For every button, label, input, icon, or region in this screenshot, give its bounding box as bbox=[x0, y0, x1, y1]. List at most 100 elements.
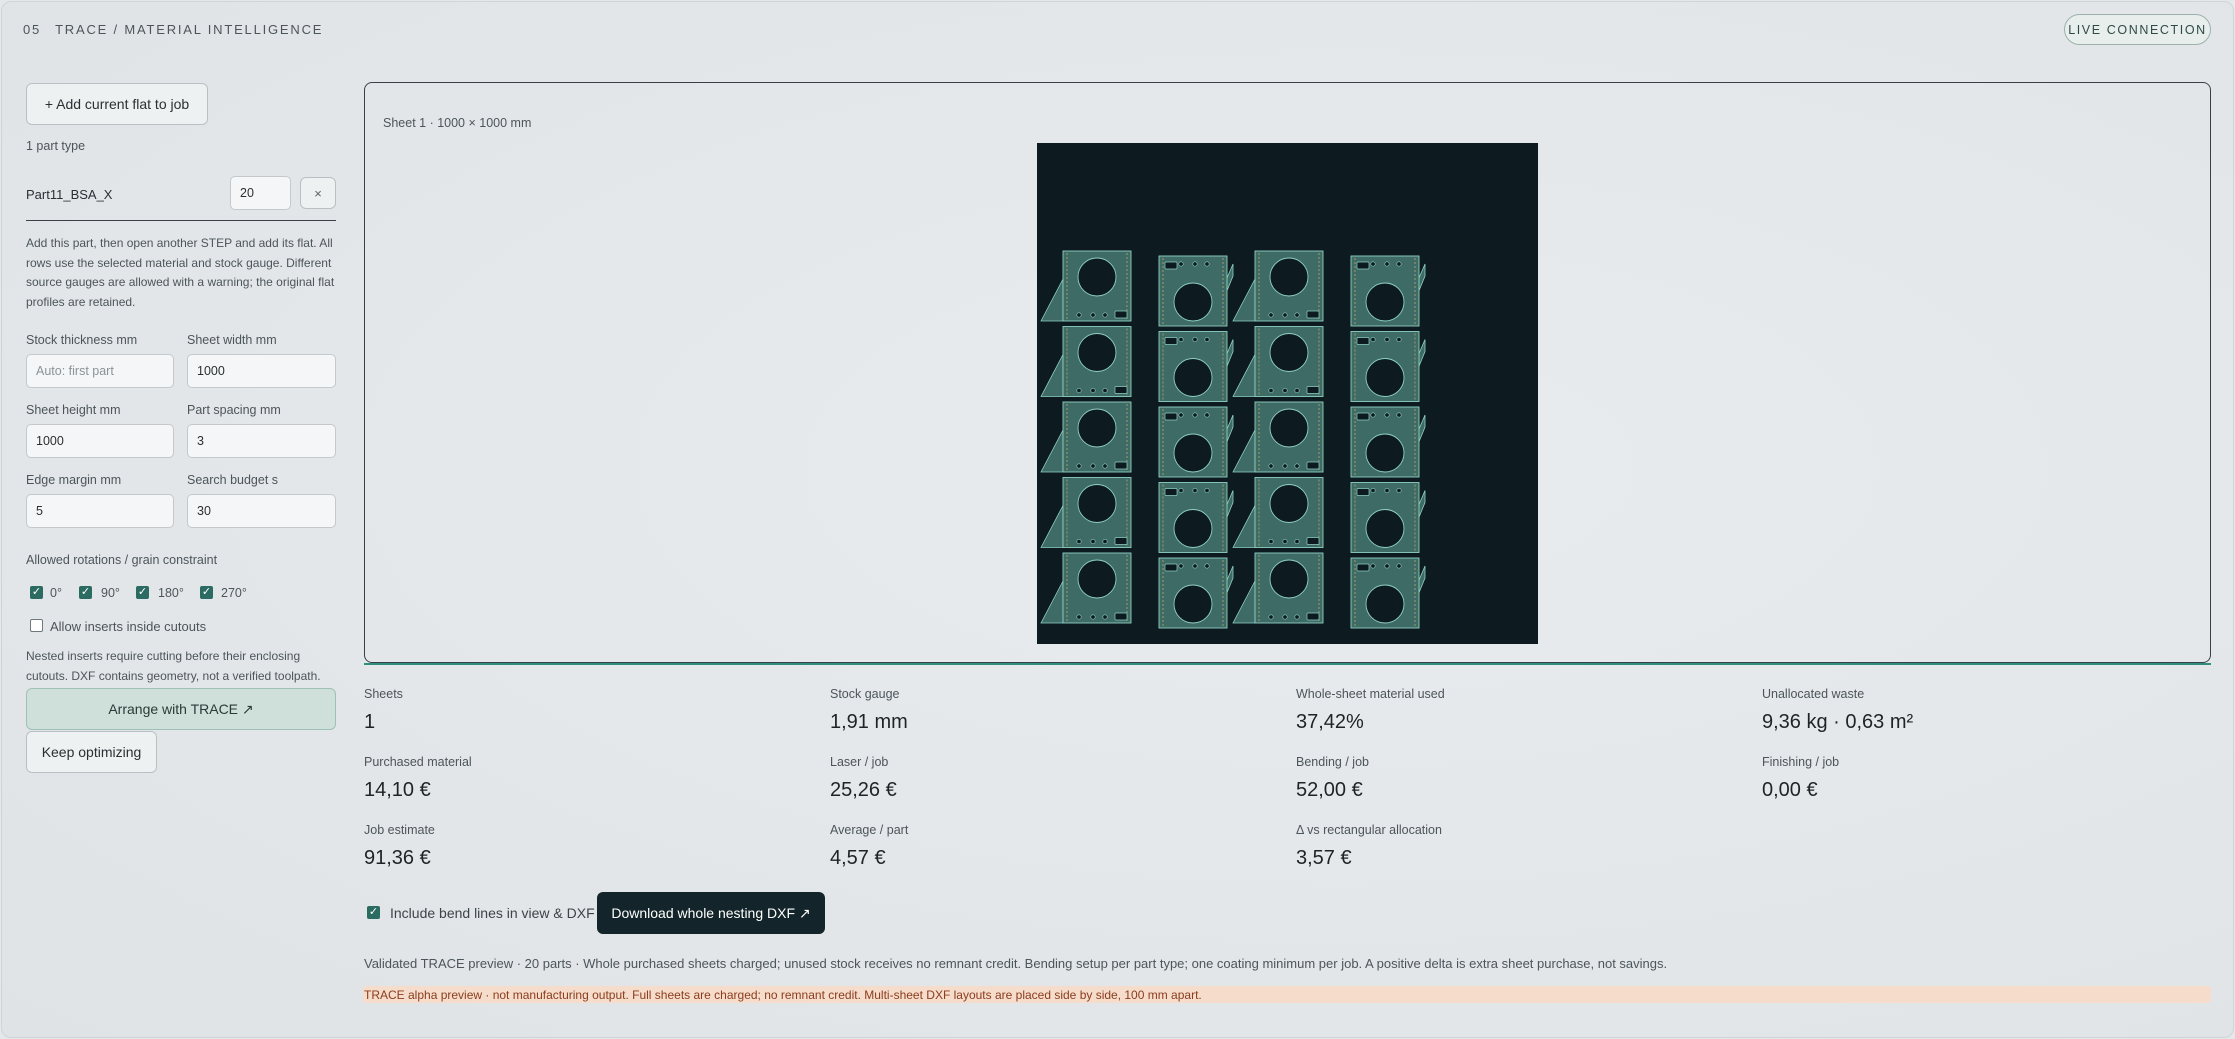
stat-purchased-label: Purchased material bbox=[364, 755, 472, 769]
nested-part bbox=[1040, 552, 1132, 624]
stat-job-estimate-label: Job estimate bbox=[364, 823, 435, 837]
part-hole bbox=[1077, 484, 1117, 523]
arrange-button[interactable]: Arrange with TRACE ↗ bbox=[26, 688, 336, 730]
part-slot bbox=[1306, 386, 1320, 394]
part-small-hole bbox=[1294, 538, 1300, 544]
part-hole bbox=[1077, 408, 1117, 448]
nested-part bbox=[1232, 326, 1324, 397]
nested-part bbox=[1232, 477, 1324, 548]
stat-laser-value: 25,26 € bbox=[830, 779, 897, 801]
stat-average-part-label: Average / part bbox=[830, 823, 909, 837]
part-slot bbox=[1114, 386, 1128, 394]
part-small-hole bbox=[1396, 337, 1402, 343]
page-title: 05 TRACE / MATERIAL INTELLIGENCE bbox=[23, 22, 323, 37]
stat-stock-gauge-value: 1,91 mm bbox=[830, 711, 908, 733]
part-small-hole bbox=[1102, 463, 1108, 469]
part-hole bbox=[1365, 509, 1405, 548]
part-small-hole bbox=[1102, 614, 1108, 620]
stat-bending-label: Bending / job bbox=[1296, 755, 1369, 769]
section-title: TRACE / MATERIAL INTELLIGENCE bbox=[55, 22, 324, 37]
part-small-hole bbox=[1396, 261, 1402, 267]
part-spacing-input[interactable]: 3 bbox=[187, 424, 336, 458]
sheet-height-input[interactable]: 1000 bbox=[26, 424, 174, 458]
stat-stock-gauge-label: Stock gauge bbox=[830, 687, 900, 701]
part-type-count: 1 part type bbox=[26, 139, 86, 153]
nested-part bbox=[1350, 331, 1426, 402]
nested-part bbox=[1158, 482, 1234, 553]
search-budget-input[interactable]: 30 bbox=[187, 494, 336, 528]
rotation-0-label: 0° bbox=[50, 586, 62, 600]
allow-inserts-checkbox[interactable] bbox=[30, 619, 43, 632]
nested-part bbox=[1350, 557, 1426, 629]
part-hole bbox=[1365, 433, 1405, 473]
part-hole bbox=[1365, 358, 1405, 397]
part-hole bbox=[1077, 257, 1117, 297]
part-slot bbox=[1164, 488, 1178, 496]
part-small-hole bbox=[1178, 337, 1184, 343]
sheet-caption: Sheet 1 · 1000 × 1000 mm bbox=[383, 116, 532, 130]
live-connection-button[interactable]: LIVE CONNECTION bbox=[2064, 14, 2211, 45]
nesting-layout bbox=[1040, 250, 1426, 629]
sheet-preview-panel: Sheet 1 · 1000 × 1000 mm bbox=[364, 82, 2211, 665]
add-flat-button[interactable]: + Add current flat to job bbox=[26, 83, 208, 125]
rotation-270-checkbox[interactable]: ✓ bbox=[200, 586, 213, 599]
part-slot bbox=[1356, 563, 1370, 572]
stat-average-part-value: 4,57 € bbox=[830, 847, 886, 869]
part-small-hole bbox=[1204, 563, 1210, 569]
part-hole bbox=[1173, 584, 1213, 624]
part-small-hole bbox=[1370, 563, 1376, 569]
stat-delta-value: 3,57 € bbox=[1296, 847, 1352, 869]
part-slot bbox=[1164, 261, 1178, 270]
part-spacing-label: Part spacing mm bbox=[187, 403, 281, 417]
part-hole bbox=[1365, 282, 1405, 322]
part-small-hole bbox=[1282, 463, 1288, 469]
part-small-hole bbox=[1384, 337, 1390, 343]
part-slot bbox=[1164, 563, 1178, 572]
part-hole bbox=[1269, 408, 1309, 448]
part-hole bbox=[1269, 257, 1309, 297]
sheet-width-input[interactable]: 1000 bbox=[187, 354, 336, 388]
rotation-180-checkbox[interactable]: ✓ bbox=[136, 586, 149, 599]
nested-part bbox=[1158, 255, 1234, 327]
sheet-height-label: Sheet height mm bbox=[26, 403, 121, 417]
part-hole bbox=[1269, 484, 1309, 523]
stat-finishing-value: 0,00 € bbox=[1762, 779, 1818, 801]
part-quantity-input[interactable]: 20 bbox=[230, 176, 291, 210]
nested-part bbox=[1158, 406, 1234, 478]
stat-delta-label: Δ vs rectangular allocation bbox=[1296, 823, 1442, 837]
keep-optimizing-button[interactable]: Keep optimizing bbox=[26, 731, 157, 773]
part-small-hole bbox=[1294, 312, 1300, 318]
rotation-90-checkbox[interactable]: ✓ bbox=[79, 586, 92, 599]
part-small-hole bbox=[1294, 463, 1300, 469]
nested-part bbox=[1158, 557, 1234, 629]
part-small-hole bbox=[1076, 387, 1082, 393]
part-small-hole bbox=[1204, 261, 1210, 267]
part-small-hole bbox=[1090, 538, 1096, 544]
download-dxf-button[interactable]: Download whole nesting DXF ↗ bbox=[597, 892, 825, 934]
part-hole bbox=[1269, 559, 1309, 599]
sheet-canvas[interactable] bbox=[1037, 143, 1538, 644]
part-name: Part11_BSA_X bbox=[26, 187, 113, 202]
rotation-0-checkbox[interactable]: ✓ bbox=[30, 586, 43, 599]
stat-sheets-label: Sheets bbox=[364, 687, 403, 701]
stat-waste-value: 9,36 kg · 0,63 m² bbox=[1762, 711, 1914, 733]
nested-part bbox=[1040, 250, 1132, 322]
stat-finishing-label: Finishing / job bbox=[1762, 755, 1840, 769]
part-slot bbox=[1356, 412, 1370, 421]
part-hole bbox=[1173, 358, 1213, 397]
part-small-hole bbox=[1192, 337, 1198, 343]
stock-thickness-input[interactable]: Auto: first part bbox=[26, 354, 174, 388]
edge-margin-input[interactable]: 5 bbox=[26, 494, 174, 528]
remove-part-button[interactable]: × bbox=[300, 177, 336, 209]
rotations-label: Allowed rotations / grain constraint bbox=[26, 553, 218, 567]
part-hole bbox=[1269, 333, 1309, 372]
part-hole bbox=[1077, 559, 1117, 599]
part-small-hole bbox=[1294, 614, 1300, 620]
part-gusset bbox=[1040, 505, 1064, 548]
bend-lines-checkbox[interactable]: ✓ bbox=[367, 906, 380, 919]
nested-part bbox=[1040, 401, 1132, 473]
part-small-hole bbox=[1102, 387, 1108, 393]
part-small-hole bbox=[1192, 261, 1198, 267]
part-gusset bbox=[1040, 278, 1064, 322]
part-small-hole bbox=[1370, 488, 1376, 494]
